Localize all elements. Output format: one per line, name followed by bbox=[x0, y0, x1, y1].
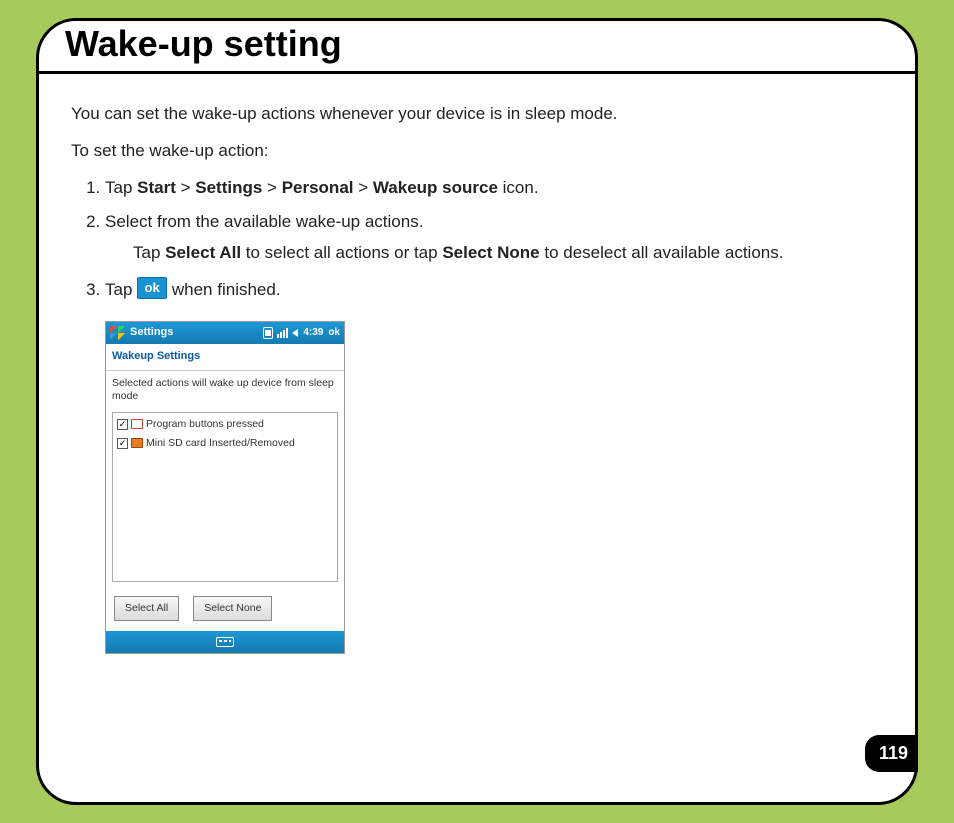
speaker-icon bbox=[292, 329, 298, 337]
checkbox-icon[interactable]: ✓ bbox=[117, 438, 128, 449]
list-item[interactable]: ✓ Program buttons pressed bbox=[113, 415, 337, 434]
device-time: 4:39 bbox=[303, 325, 323, 341]
ok-icon: ok bbox=[137, 277, 167, 299]
device-screen-title: Wakeup Settings bbox=[106, 344, 344, 371]
list-item[interactable]: ✓ Mini SD card Inserted/Removed bbox=[113, 434, 337, 453]
device-topbar: Settings 4:39 ok bbox=[106, 322, 344, 344]
lead-text: To set the wake-up action: bbox=[71, 137, 883, 164]
keyboard-icon[interactable] bbox=[216, 637, 234, 647]
device-ok-button[interactable]: ok bbox=[328, 325, 340, 341]
intro-text: You can set the wake-up actions whenever… bbox=[71, 100, 883, 127]
step-2: Select from the available wake-up action… bbox=[105, 208, 883, 266]
page-number: 119 bbox=[865, 735, 918, 772]
body-content: You can set the wake-up actions whenever… bbox=[71, 100, 883, 654]
title-bar: Wake-up setting bbox=[37, 19, 917, 74]
step-3: Tap ok when finished. bbox=[105, 276, 883, 303]
connectivity-icon bbox=[263, 327, 273, 339]
select-all-button[interactable]: Select All bbox=[114, 596, 179, 621]
device-button-row: Select All Select None bbox=[106, 590, 344, 631]
page-title: Wake-up setting bbox=[65, 23, 342, 64]
manual-page-frame: Wake-up setting You can set the wake-up … bbox=[36, 18, 918, 805]
checkbox-icon[interactable]: ✓ bbox=[117, 419, 128, 430]
select-none-button[interactable]: Select None bbox=[193, 596, 272, 621]
device-screenshot: Settings 4:39 ok Wakeup Settings Selecte… bbox=[105, 321, 345, 654]
device-bottombar bbox=[106, 631, 344, 653]
step-1: Tap Start > Settings > Personal > Wakeup… bbox=[105, 174, 883, 201]
step-2-sub: Tap Select All to select all actions or … bbox=[133, 239, 883, 266]
program-button-icon bbox=[131, 419, 143, 429]
device-description: Selected actions will wake up device fro… bbox=[106, 371, 344, 408]
device-topbar-title: Settings bbox=[130, 324, 173, 342]
list-item-label: Mini SD card Inserted/Removed bbox=[146, 435, 295, 452]
list-item-label: Program buttons pressed bbox=[146, 416, 264, 433]
sd-card-icon bbox=[131, 438, 143, 448]
steps-list: Tap Start > Settings > Personal > Wakeup… bbox=[105, 174, 883, 303]
signal-icon bbox=[277, 328, 288, 338]
wakeup-actions-list: ✓ Program buttons pressed ✓ Mini SD card… bbox=[112, 412, 338, 582]
windows-start-icon[interactable] bbox=[110, 326, 126, 340]
